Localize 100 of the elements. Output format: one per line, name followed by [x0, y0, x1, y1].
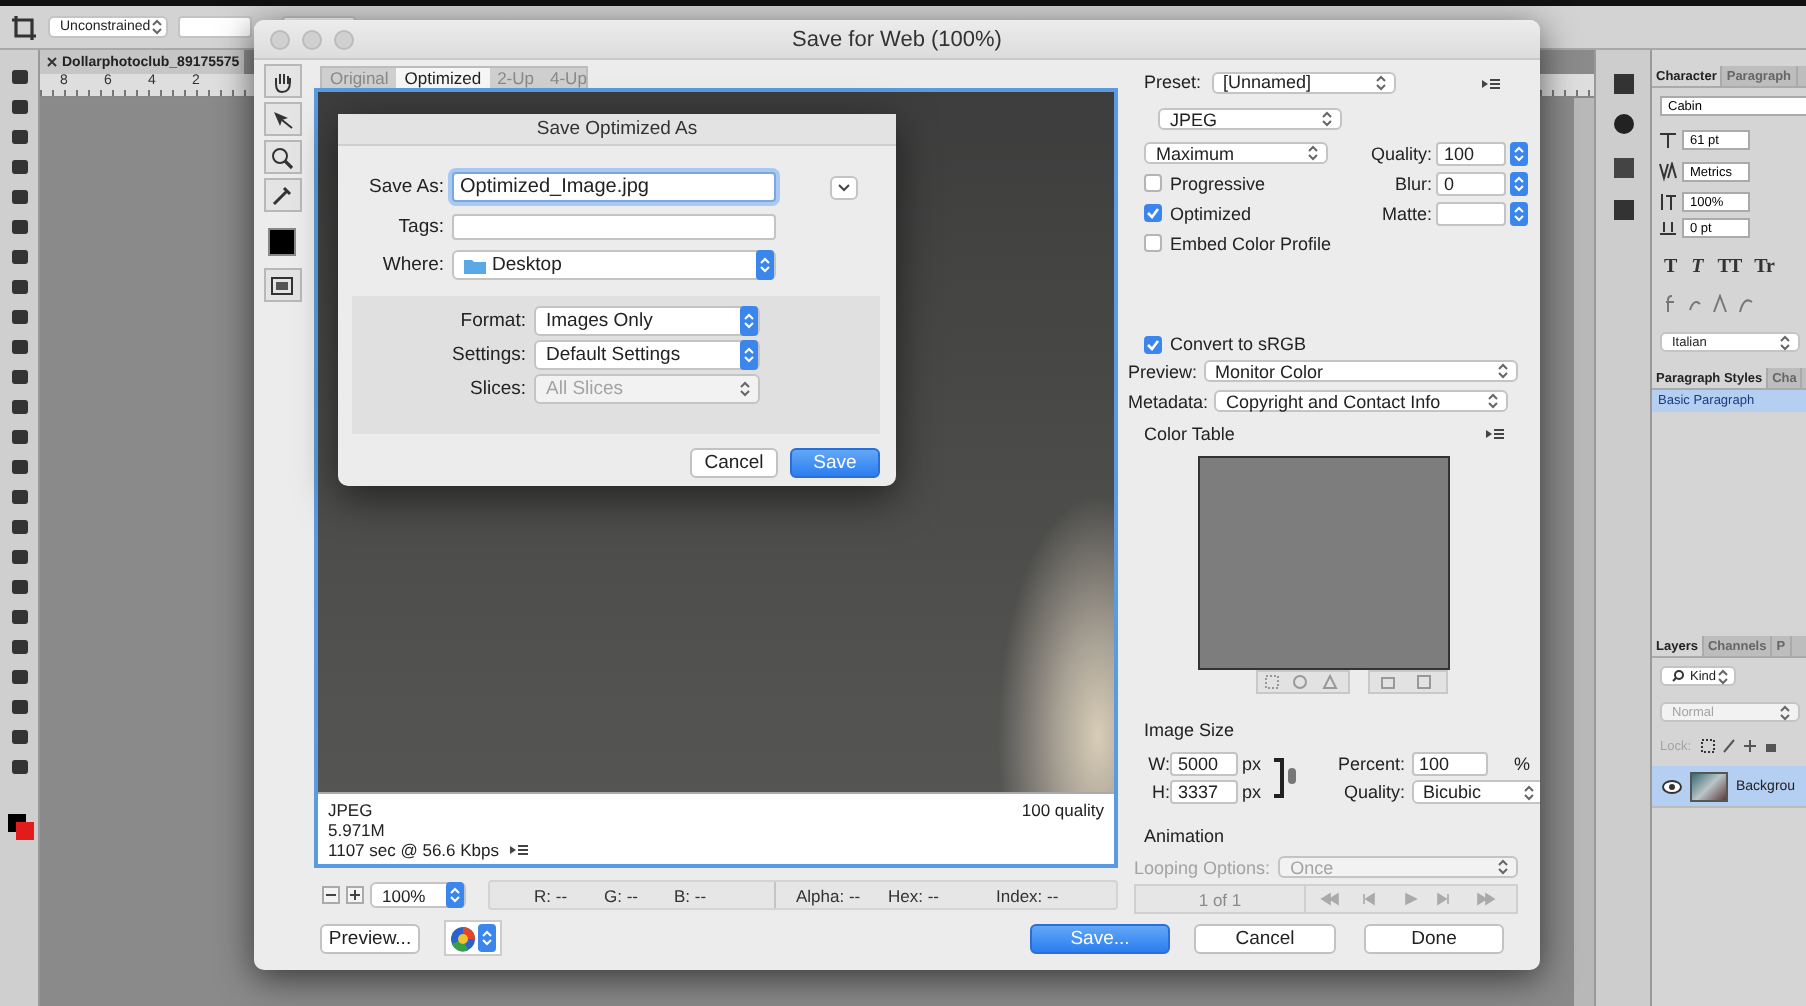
- width-label: W:: [1146, 754, 1170, 774]
- stepper-icon: [1716, 667, 1731, 685]
- panel-menu-icon[interactable]: [1481, 78, 1500, 90]
- checkbox-label: Optimized: [1170, 203, 1252, 223]
- layer-thumbnail: [1690, 771, 1728, 801]
- width-field[interactable]: [178, 16, 252, 38]
- rectangle-icon: [270, 275, 294, 295]
- file-name-field[interactable]: Optimized_Image.jpg: [452, 172, 776, 202]
- number-field[interactable]: 0: [1436, 171, 1506, 195]
- slice-visibility-toggle[interactable]: [263, 268, 301, 302]
- zoom-tool[interactable]: [263, 140, 301, 174]
- chevron-down-icon: [838, 183, 850, 191]
- stepper-icon: [150, 18, 165, 36]
- minus-icon: [326, 890, 336, 900]
- where-label: Where:: [380, 254, 444, 276]
- stepper-icon: [738, 380, 752, 398]
- done-button[interactable]: Done: [1364, 923, 1504, 953]
- option-label: Slices:: [468, 378, 526, 400]
- close-icon: [46, 56, 58, 68]
- height-field[interactable]: 3337: [1170, 780, 1238, 804]
- unit-label: px: [1242, 754, 1264, 774]
- preview-label: Preview:: [1128, 361, 1198, 381]
- color-readout: Index: --: [996, 885, 1061, 905]
- eyedropper-tool[interactable]: [263, 178, 301, 212]
- tags-field[interactable]: [452, 214, 776, 240]
- color-readout: Alpha: --: [796, 885, 863, 905]
- color-swatch[interactable]: [268, 228, 296, 256]
- width-field[interactable]: 5000: [1170, 752, 1238, 776]
- checkbox-label: Embed Color Profile: [1170, 233, 1332, 253]
- metadata-select[interactable]: Copyright and Contact Info: [1214, 390, 1509, 412]
- looping-label: Looping Options:: [1134, 857, 1271, 877]
- slice-select-tool[interactable]: [263, 102, 301, 136]
- panel-menu-icon[interactable]: [1486, 428, 1504, 440]
- checkbox[interactable]: [1144, 204, 1162, 222]
- type-style-button[interactable]: Tr: [1754, 256, 1775, 278]
- compression-select[interactable]: Maximum: [1144, 142, 1328, 164]
- stepper-icon: [478, 924, 496, 952]
- stepper-icon: [1373, 73, 1388, 91]
- resample-select[interactable]: Bicubic: [1411, 780, 1540, 804]
- metadata-label: Metadata:: [1128, 391, 1209, 411]
- hand-icon: [270, 69, 294, 93]
- preview-select[interactable]: Monitor Color: [1203, 360, 1518, 382]
- option-select[interactable]: Default Settings: [534, 340, 760, 370]
- cancel-button[interactable]: Cancel: [690, 448, 778, 478]
- link-bracket-icon: [1274, 752, 1298, 804]
- stepper-icon: [1778, 333, 1792, 351]
- number-field[interactable]: 100: [1436, 141, 1506, 165]
- field-label: Matte:: [1381, 203, 1432, 223]
- stepper-icon: [1486, 392, 1501, 410]
- view-tab[interactable]: Optimized: [396, 68, 490, 88]
- option-label: Format:: [458, 310, 526, 332]
- font-size-icon: [1658, 130, 1678, 150]
- zoom-in-button[interactable]: [346, 886, 364, 904]
- checkbox[interactable]: [1144, 174, 1162, 192]
- unit-label: %: [1514, 754, 1533, 774]
- panel-menu-icon[interactable]: [509, 844, 527, 856]
- percent-label: Percent:: [1338, 754, 1406, 774]
- color-readout: G: --: [604, 885, 640, 905]
- preview-button[interactable]: Preview...: [320, 923, 420, 953]
- lock-options-drawing: [1699, 738, 1780, 754]
- folder-icon: [464, 257, 486, 273]
- eye-icon[interactable]: [1662, 779, 1682, 793]
- browser-select[interactable]: [444, 920, 502, 956]
- crop-icon[interactable]: [10, 13, 38, 41]
- type-style-button[interactable]: T: [1664, 256, 1678, 278]
- height-label: H:: [1150, 782, 1170, 802]
- expand-button[interactable]: [830, 175, 858, 199]
- checkbox[interactable]: [1144, 234, 1162, 252]
- field-label: Quality:: [1370, 143, 1432, 163]
- file-format-select[interactable]: JPEG: [1158, 108, 1342, 130]
- type-style-button[interactable]: TT: [1717, 256, 1741, 278]
- window-title: Save for Web (100%): [790, 27, 1004, 51]
- color-readout: R: --: [534, 885, 570, 905]
- color-table-title: Color Table: [1144, 424, 1235, 444]
- stepper-icon: [1306, 144, 1320, 162]
- zoom-select[interactable]: 100%: [370, 882, 466, 908]
- file-size-info: 5.971M: [328, 820, 387, 840]
- zoom-out-button[interactable]: [322, 886, 340, 904]
- stepper-icon: [1510, 141, 1528, 165]
- stepper-icon: [446, 882, 464, 908]
- cancel-button[interactable]: Cancel: [1194, 923, 1336, 953]
- quality-info: 100 quality: [1021, 800, 1104, 820]
- format-info: JPEG: [328, 800, 375, 820]
- number-field[interactable]: [1436, 201, 1506, 225]
- location-select[interactable]: Desktop: [452, 250, 776, 280]
- stepper-icon: [1778, 703, 1792, 721]
- checkbox-label: Progressive: [1170, 173, 1266, 193]
- percent-field[interactable]: 100: [1411, 752, 1488, 776]
- preset-select[interactable]: [Unnamed]: [1211, 71, 1396, 93]
- option-select[interactable]: Images Only: [534, 306, 760, 336]
- image-size-title: Image Size: [1144, 720, 1235, 740]
- tags-label: Tags:: [396, 216, 444, 238]
- kerning-icon: [1658, 162, 1678, 182]
- magnifier-icon: [270, 145, 294, 169]
- save-as-label: Save As:: [367, 176, 444, 198]
- stepper-icon: [740, 306, 758, 336]
- checkbox[interactable]: [1144, 335, 1162, 353]
- baseline-shift-icon: [1658, 218, 1678, 238]
- type-style-button[interactable]: T: [1691, 256, 1704, 278]
- hand-tool[interactable]: [263, 64, 301, 98]
